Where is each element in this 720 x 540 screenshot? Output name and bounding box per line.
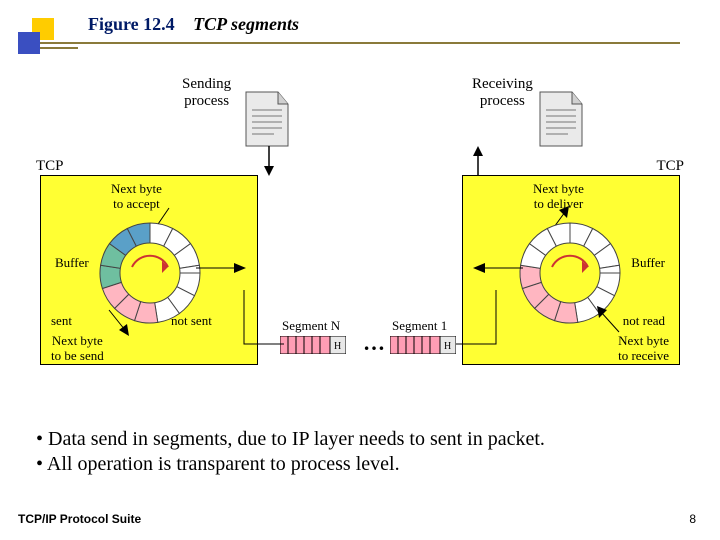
arrow-right-icon <box>196 256 246 280</box>
buffer-label: Buffer <box>631 256 665 271</box>
arrow-up-icon <box>471 146 485 176</box>
sending-buffer-box: Next byte to accept Buffer <box>40 175 258 365</box>
bullet-item: • Data send in segments, due to IP layer… <box>36 428 545 451</box>
slide-corner-ornament <box>18 18 68 68</box>
figure-number: Figure 12.4 <box>88 14 175 34</box>
ellipsis: … <box>363 330 385 356</box>
bullet-item: • All operation is transparent to proces… <box>36 453 545 476</box>
page-number: 8 <box>689 512 696 526</box>
slide-bullets: • Data send in segments, due to IP layer… <box>36 428 545 478</box>
connector-line <box>450 290 500 346</box>
document-icon <box>244 90 290 148</box>
segment-n-label: Segment N <box>282 318 340 334</box>
figure-caption: TCP segments <box>193 14 299 34</box>
segment-icon: H <box>390 336 456 354</box>
arrow-left-icon <box>473 256 523 280</box>
next-byte-send-label: Next byte to be send <box>51 334 104 364</box>
segment-1-label: Segment 1 <box>392 318 447 334</box>
document-icon <box>538 90 584 148</box>
buffer-label: Buffer <box>55 256 89 271</box>
receiving-process-label: Receiving process <box>472 76 533 110</box>
arrow-in-down-icon <box>593 306 623 336</box>
slide-title: Figure 12.4 TCP segments <box>88 14 299 35</box>
tcp-label-right: TCP <box>656 158 684 175</box>
not-sent-label: not sent <box>171 314 212 329</box>
tcp-segments-diagram: Sending process Receiving process TCP TC… <box>40 80 680 400</box>
arrow-down-icon <box>262 146 276 176</box>
sending-process-label: Sending process <box>182 76 231 110</box>
sent-label: sent <box>51 314 72 329</box>
svg-text:H: H <box>334 341 341 352</box>
tcp-label-left: TCP <box>36 158 64 175</box>
not-read-label: not read <box>623 314 665 329</box>
arrow-out-icon <box>105 306 135 336</box>
title-underline <box>18 42 680 44</box>
footer-suite: TCP/IP Protocol Suite <box>18 512 141 526</box>
next-byte-receive-label: Next byte to receive <box>618 334 669 364</box>
connector-line <box>240 290 290 346</box>
